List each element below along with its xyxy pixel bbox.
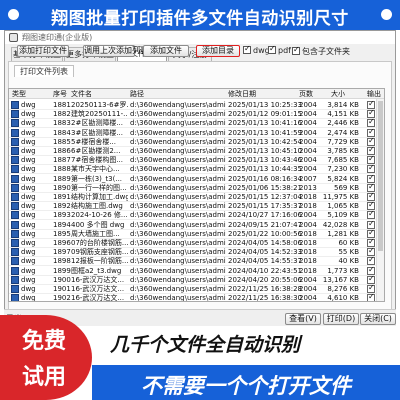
column-header-type[interactable]: 类型 xyxy=(12,89,26,99)
dwg-file-icon xyxy=(11,248,19,257)
scrollbar-thumb[interactable] xyxy=(378,101,383,251)
include-subfolders-checkbox[interactable]: 包含子文件夹 xyxy=(292,45,350,57)
vertical-scrollbar[interactable] xyxy=(376,99,384,301)
dwg-file-icon xyxy=(11,128,19,137)
badge-line-1: 免费 xyxy=(21,329,66,354)
checkbox-icon[interactable] xyxy=(268,44,276,54)
column-header-path[interactable]: 路径 xyxy=(130,89,144,99)
cell-size: 4,610 KB xyxy=(327,294,359,302)
dwg-filter-checkbox[interactable]: dwg xyxy=(243,44,270,57)
dwg-file-icon xyxy=(11,119,19,128)
promo-line-1: 几千个文件全自动识别 xyxy=(110,334,301,356)
cell-index: 1902 xyxy=(53,294,71,302)
dwg-file-icon xyxy=(11,147,19,155)
add-print-file-button[interactable]: 添加打印文件 xyxy=(17,45,69,57)
dwg-file-icon xyxy=(11,183,19,192)
checkbox-icon[interactable] xyxy=(243,44,251,54)
banner-title: 翔图批量打印插件多文件自动识别尺寸 xyxy=(51,9,349,29)
column-header-output[interactable]: 输出 xyxy=(367,89,381,99)
table-header: 类型 序号 文件名 路径 修改日期 页数 大小 输出 xyxy=(9,89,384,99)
cell-modified: 2022/11/25 16:38:30 xyxy=(228,294,303,302)
dwg-file-icon xyxy=(11,101,19,109)
load-last-list-button[interactable]: 调用上次添加列表 xyxy=(83,45,148,57)
pdf-filter-checkbox[interactable]: pdf xyxy=(268,44,291,57)
cell-pages: 2004 xyxy=(299,294,317,302)
window-title: 翔图速印通(企业版) xyxy=(22,33,93,42)
dwg-file-icon xyxy=(11,229,19,238)
checkbox-icon[interactable] xyxy=(292,45,300,55)
print-button[interactable]: 打印(D) xyxy=(323,313,359,325)
column-header-size[interactable]: 大小 xyxy=(331,89,345,99)
top-banner: 翔图批量打印插件多文件自动识别尺寸 xyxy=(0,0,400,30)
include-subfolders-label: 包含子文件夹 xyxy=(302,47,350,56)
dwg-file-icon xyxy=(11,220,19,229)
dwg-file-icon xyxy=(11,257,19,266)
promo-line-2: 不需要一个个打开文件 xyxy=(141,374,351,398)
dwg-file-icon xyxy=(11,285,19,293)
free-trial-badge: 免费 试用 xyxy=(0,315,92,400)
add-directory-button[interactable]: 添加目录 xyxy=(196,45,240,57)
window-titlebar: 翔图速印通(企业版) xyxy=(5,31,395,44)
column-header-modified[interactable]: 修改日期 xyxy=(228,89,256,99)
column-header-index[interactable]: 序号 xyxy=(53,89,67,99)
cell-path: d:\360wendang\users\admini... xyxy=(130,294,226,302)
pdf-filter-label: pdf xyxy=(278,46,291,55)
dwg-file-icon xyxy=(11,202,19,211)
dwg-file-icon xyxy=(11,110,19,119)
app-icon xyxy=(9,33,18,42)
banner-dot-icon xyxy=(381,9,392,20)
dwg-file-icon xyxy=(11,294,19,301)
table-row[interactable]: dwg 1902 16-武汉万达文... d:\360wendang\users\ad… xyxy=(9,292,384,302)
dwg-file-icon xyxy=(11,137,19,146)
dwg-file-icon xyxy=(11,239,19,247)
dwg-file-icon xyxy=(11,275,19,284)
row-output-checkbox[interactable] xyxy=(367,292,375,301)
file-list-table: 类型 序号 文件名 路径 修改日期 页数 大小 输出 dwg 1881 202501… xyxy=(8,88,385,302)
dwg-file-icon xyxy=(11,266,19,275)
column-header-pages[interactable]: 页数 xyxy=(299,89,313,99)
badge-line-2: 试用 xyxy=(21,365,66,390)
dwg-file-icon xyxy=(11,193,19,201)
dwg-file-icon xyxy=(11,165,19,174)
promo-strip: 不需要一个个打开文件 xyxy=(92,365,400,400)
dwg-file-icon xyxy=(11,174,19,183)
cell-filename: 16-武汉万达文... xyxy=(71,294,125,302)
dwg-file-icon xyxy=(11,156,19,165)
subtab-print-file-list[interactable]: 打印文件列表 xyxy=(14,65,74,77)
column-header-filename[interactable]: 文件名 xyxy=(71,89,92,99)
dwg-file-icon xyxy=(11,211,19,220)
close-button[interactable]: 关闭(C) xyxy=(360,313,396,325)
add-file-button[interactable]: 添加文件 xyxy=(143,45,189,57)
view-button[interactable]: 查看(V) xyxy=(285,313,321,325)
cell-type: dwg xyxy=(21,294,36,302)
